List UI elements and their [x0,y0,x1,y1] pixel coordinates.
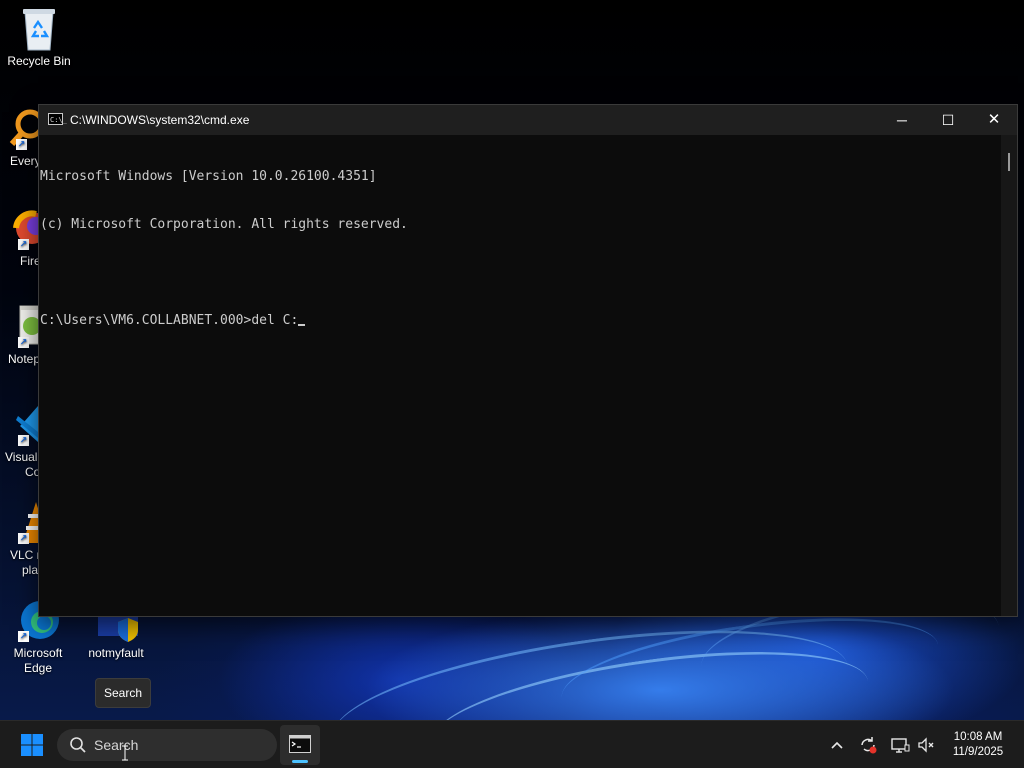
active-app-indicator [292,760,308,763]
desktop-icon-label: Microsoft [13,646,63,660]
clock-date: 11/9/2025 [952,746,1004,758]
close-button[interactable]: ✕ [971,105,1017,135]
desktop-icon-label: Edge [23,661,53,675]
clock-time: 10:08 AM [953,731,1003,743]
volume-muted-icon[interactable] [916,735,936,755]
taskbar: Search 10:08 AM 11/9/2025 [0,720,1024,768]
network-icon[interactable] [890,735,910,755]
taskbar-clock[interactable]: 10:08 AM 11/9/2025 [940,730,1016,760]
console-prompt-text: C:\Users\VM6.COLLABNET.000>del C: [40,313,299,328]
search-tooltip: Search [95,678,152,708]
sync-status-icon[interactable] [858,735,878,755]
search-box-label: Search [94,737,139,753]
start-button[interactable] [14,729,50,761]
vertical-scrollbar[interactable] [1001,135,1017,616]
taskbar-search-box[interactable]: Search [57,729,277,761]
cmd-titlebar[interactable]: C:\_ C:\WINDOWS\system32\cmd.exe ─ ☐ ✕ [39,105,1017,135]
text-cursor-ibeam-icon [122,745,128,761]
window-title: C:\WINDOWS\system32\cmd.exe [70,113,250,127]
desktop: Recycle Bin ↗ Every ↗ Fire ↗ Notep ↗ Vis… [0,0,1024,768]
console-prompt-line[interactable]: C:\Users\VM6.COLLABNET.000>del C: [40,313,1017,329]
cmd-icon [289,735,311,753]
minimize-button[interactable]: ─ [879,105,925,135]
cmd-window[interactable]: C:\_ C:\WINDOWS\system32\cmd.exe ─ ☐ ✕ M… [38,104,1018,617]
cmd-app-icon: C:\_ [48,113,67,125]
windows-logo-icon [21,734,43,756]
show-hidden-icons-chevron-up-icon[interactable] [827,735,847,755]
desktop-icon-label: Recycle Bin [7,54,71,68]
recycle-bin-icon [17,6,61,51]
maximize-button[interactable]: ☐ [925,105,971,135]
search-icon [70,737,86,753]
console-line: (c) Microsoft Corporation. All rights re… [40,217,408,232]
text-cursor [298,324,306,326]
scrollbar-thumb[interactable] [1008,153,1010,171]
desktop-icon-label: notmyfault [88,646,144,660]
desktop-icon-recycle-bin[interactable]: Recycle Bin [1,6,77,69]
taskbar-cmd-button[interactable] [280,725,320,765]
console-output[interactable]: Microsoft Windows [Version 10.0.26100.43… [39,135,1017,616]
console-line: Microsoft Windows [Version 10.0.26100.43… [40,169,377,184]
